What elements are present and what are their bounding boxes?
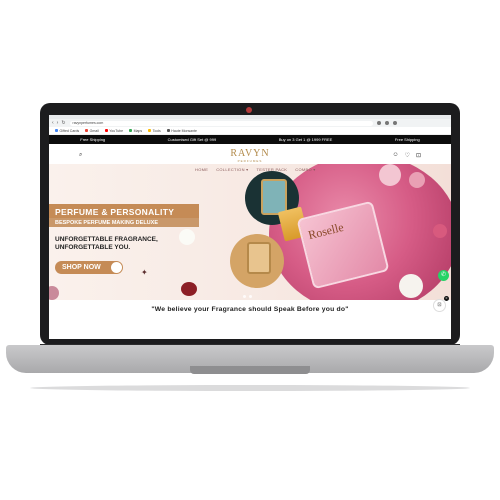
flower-decoration [409,172,425,188]
menu-item-combo[interactable]: COMBO ▾ [295,167,315,172]
brand-quote: "We believe your Fragrance should Speak … [151,306,349,313]
laptop-screen: ‹ › ↻ ravynperfumes.com Gifted Cards Gma… [49,115,451,339]
bookmark-item[interactable]: Gifted Cards [55,129,79,133]
cart-icon[interactable]: ⊡ [416,152,421,159]
menu-item-home[interactable]: HOME [195,167,208,172]
slider-dots[interactable] [243,295,255,298]
sparkle-icon: ✦ [141,268,148,277]
browser-address-bar: ‹ › ↻ ravynperfumes.com [49,119,451,127]
announcement-item: Customised Gift Set @ 999 [167,137,217,142]
perfume-bottle-image [261,179,287,215]
bookmarks-bar: Gifted Cards Gmail YouTube Maps Tools Ha… [49,127,451,135]
header-icons: ☺ ♡ ⊡ [386,152,421,159]
menu-item-collection[interactable]: COLLECTION ▾ [216,167,248,172]
wishlist-icon[interactable]: ♡ [405,152,410,159]
announcement-bar: Free Shipping Customised Gift Set @ 999 … [49,135,451,144]
flower-decoration [399,274,423,298]
laptop-notch [190,366,310,374]
shop-now-button[interactable]: SHOP NOW [55,261,123,274]
bookmark-item[interactable]: Haute Monsante [166,129,197,133]
whatsapp-icon[interactable]: ✆ [438,270,449,281]
perfume-bottle-image [247,242,271,274]
account-icon[interactable]: ☺ [392,152,398,159]
extension-icon[interactable] [376,121,381,125]
announcement-item: Buy on 3 Get 1 @ 1999 FREE [278,137,333,142]
brand-logo[interactable]: RAVYN PERFUMES [228,148,272,163]
back-icon[interactable]: ‹ [52,119,54,127]
flower-decoration [433,224,447,238]
hero-banner: Roselle PERFUME & PERSONALITY BESPOKE PE… [49,164,451,300]
bookmark-item[interactable]: Tools [148,129,161,133]
search-icon[interactable]: ⌕ [79,152,82,159]
announcement-item: Free Shipping [394,137,420,142]
main-menu: HOME COLLECTION ▾ TESTER PACK COMBO ▾ [195,167,324,172]
reload-icon[interactable]: ↻ [61,119,65,127]
bookmark-item[interactable]: YouTube [104,129,123,133]
cart-count-badge: 0 [444,296,449,301]
menu-item-tester-pack[interactable]: TESTER PACK [256,167,287,172]
laptop-shadow [30,385,470,391]
bookmark-item[interactable]: Gmail [85,129,99,133]
flower-decoration [49,286,59,300]
bookmark-item[interactable]: Maps [129,129,142,133]
banner-title: PERFUME & PERSONALITY [55,207,175,217]
site-header: ⌕ RAVYN PERFUMES ☺ ♡ ⊡ HOME COLLECTION ▾… [49,144,451,174]
hero-tagline: UNFORGETTABLE FRAGRANCE, UNFORGETTABLE Y… [55,236,158,251]
toggle-knob-icon [111,262,122,273]
announcement-item: Free Shipping [80,137,106,142]
flower-decoration [181,282,197,296]
webcam-icon [246,107,252,113]
download-icon[interactable] [384,121,389,125]
shop-now-label: SHOP NOW [62,264,101,271]
url-field[interactable]: ravynperfumes.com [69,120,373,126]
floating-cart-icon[interactable]: ⊡ [433,299,446,312]
forward-icon[interactable]: › [57,119,59,127]
profile-icon[interactable] [392,121,397,125]
banner-subtitle: BESPOKE PERFUME MAKING DELUXE [55,220,158,226]
